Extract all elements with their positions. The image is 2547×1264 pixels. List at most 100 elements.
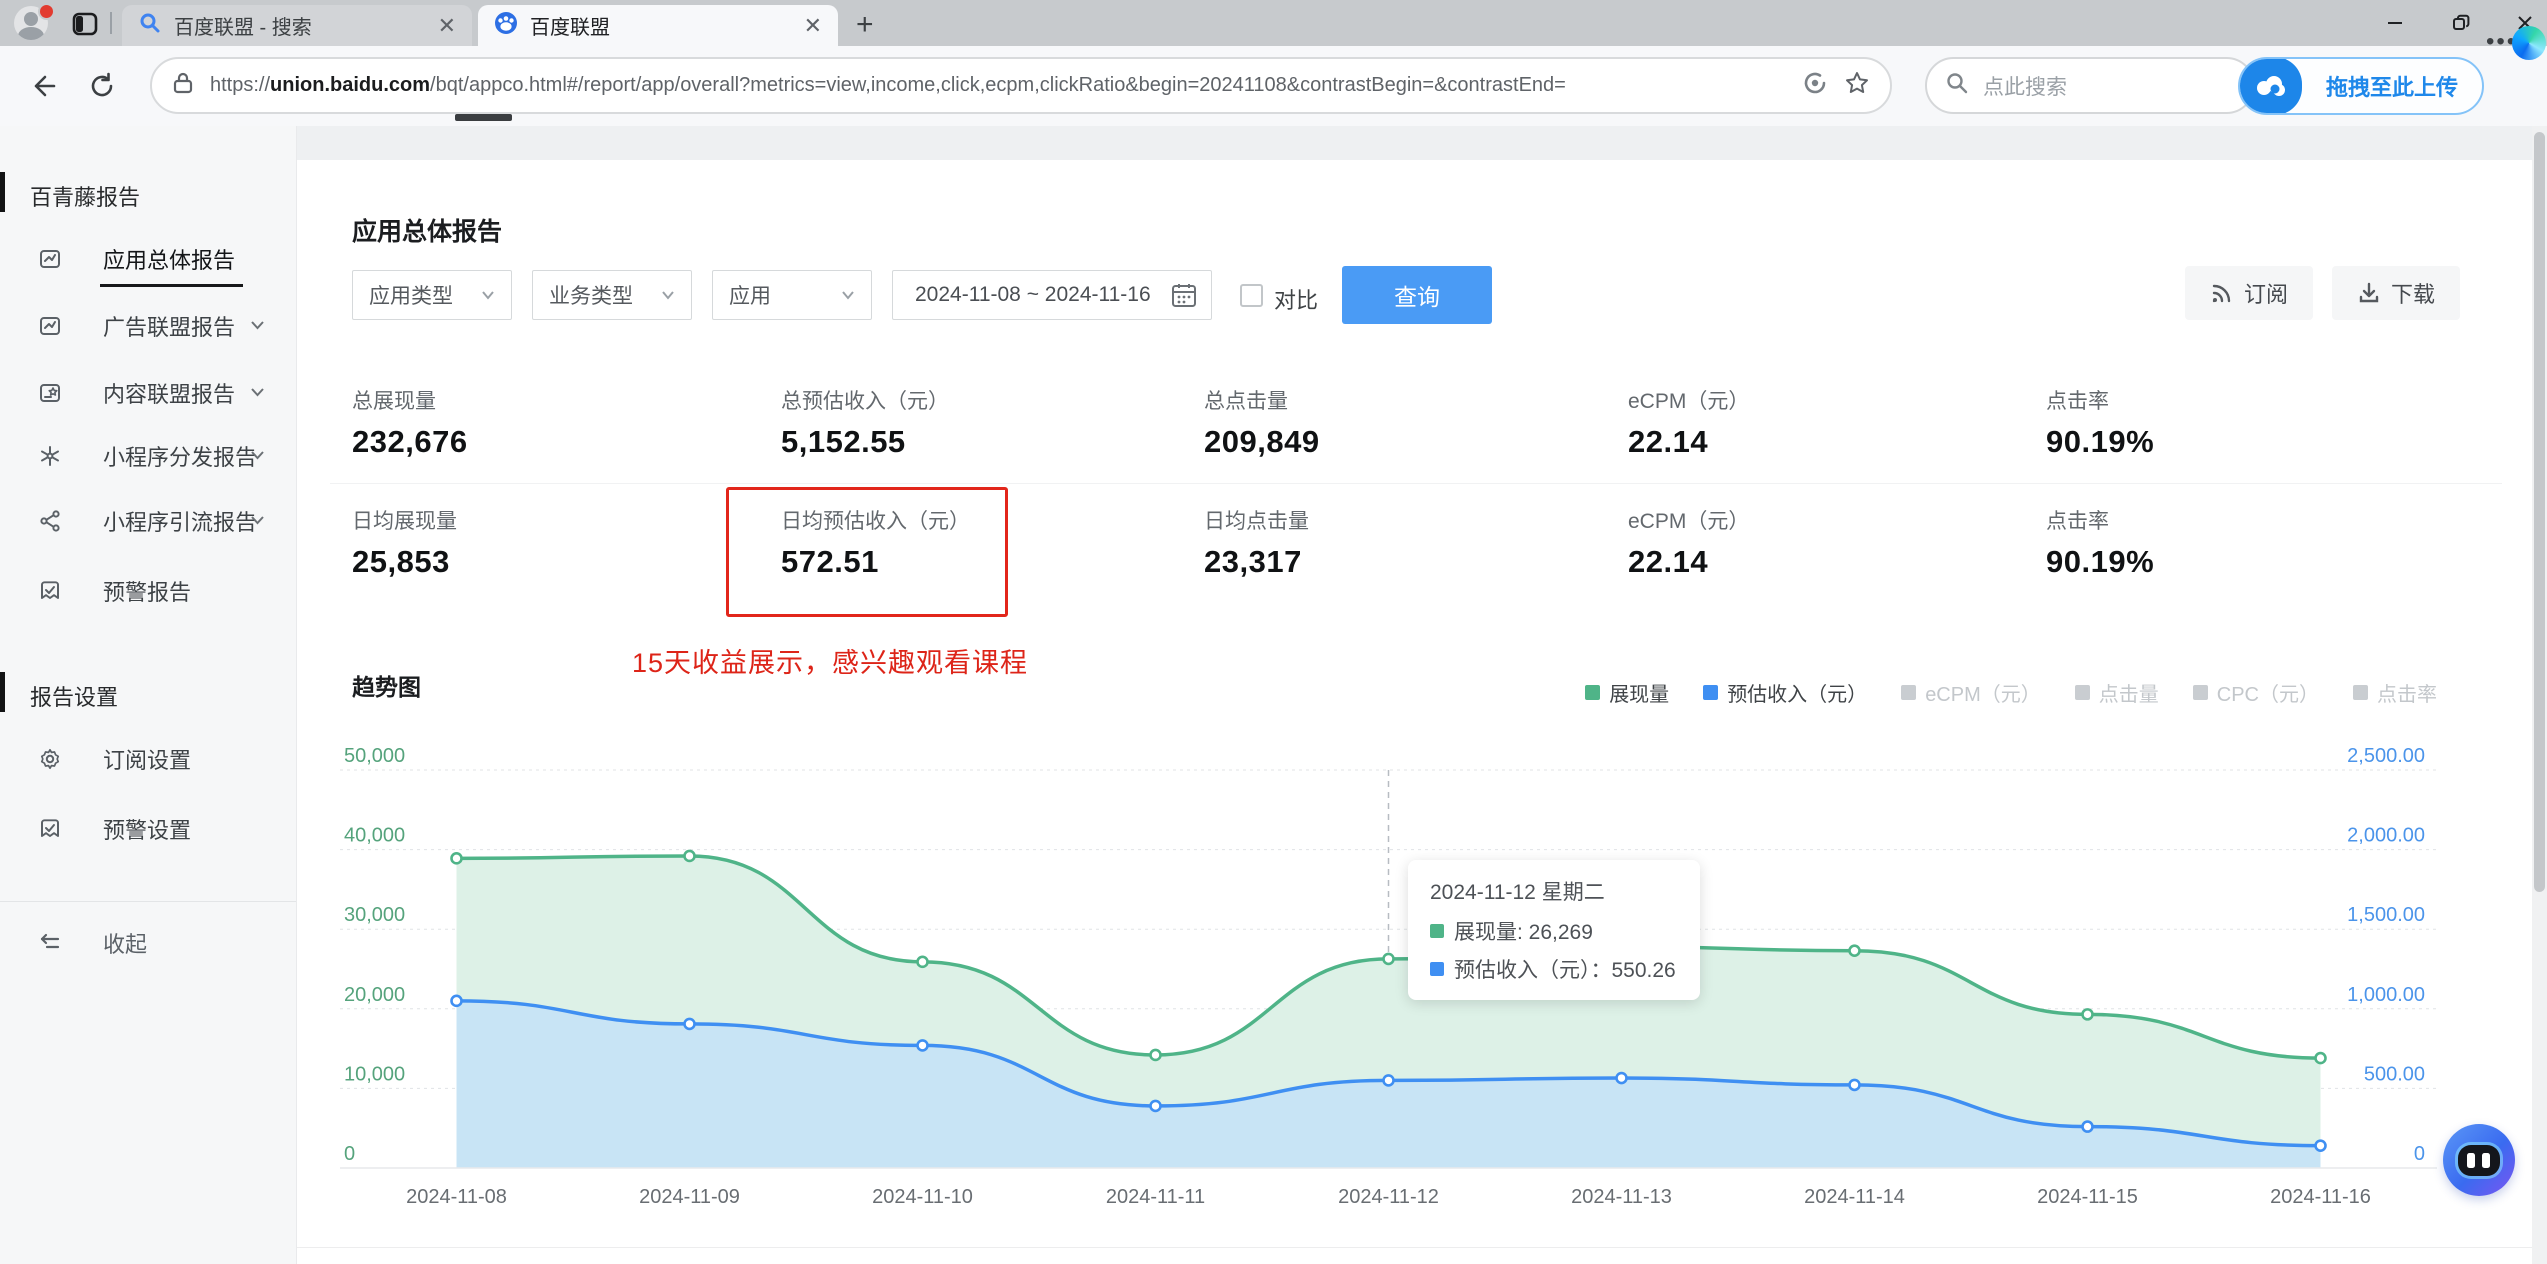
sidebar-item-label: 小程序引流报告 bbox=[103, 510, 258, 535]
minimize-button[interactable] bbox=[2364, 0, 2426, 46]
metric-label: 点击率 bbox=[2046, 390, 2109, 413]
legend-item-6[interactable]: 点击率 bbox=[2353, 678, 2437, 707]
legend-swatch bbox=[1703, 685, 1719, 700]
report-icon bbox=[38, 247, 62, 271]
netdisk-upload-button[interactable]: 拖拽至此上传 bbox=[2238, 57, 2484, 115]
trend-chart-title: 趋势图 bbox=[352, 674, 421, 700]
svg-text:2024-11-10: 2024-11-10 bbox=[872, 1186, 973, 1208]
alert-icon bbox=[38, 817, 62, 841]
netdisk-logo-icon bbox=[2240, 59, 2302, 113]
legend-label: 点击率 bbox=[2377, 684, 2437, 706]
svg-text:2024-11-15: 2024-11-15 bbox=[2037, 1186, 2138, 1208]
lock-icon bbox=[172, 71, 194, 100]
chevron-down-icon bbox=[662, 291, 674, 300]
legend-label: 预估收入（元） bbox=[1727, 684, 1868, 706]
back-button[interactable] bbox=[22, 66, 62, 106]
chevron-down-icon bbox=[250, 384, 265, 402]
metric-total-3: 总点击量 209,849 bbox=[1204, 385, 1564, 460]
compare-label: 对比 bbox=[1274, 288, 1319, 313]
tooltip-text: 预估收入（元）：550.26 bbox=[1454, 959, 1676, 982]
tab-close-icon[interactable]: ✕ bbox=[438, 14, 456, 36]
restore-button[interactable] bbox=[2430, 0, 2492, 46]
rss-icon bbox=[2212, 284, 2231, 303]
metric-value: 25,853 bbox=[352, 544, 450, 579]
tab-title: 百度联盟 bbox=[530, 17, 610, 39]
metric-label: 日均展现量 bbox=[352, 510, 457, 533]
gear-icon bbox=[38, 747, 62, 771]
query-button[interactable]: 查询 bbox=[1342, 266, 1492, 324]
reading-mode-icon[interactable] bbox=[1802, 70, 1828, 101]
date-range-picker[interactable]: 2024-11-08 ~ 2024-11-16 bbox=[892, 270, 1212, 320]
svg-text:40,000: 40,000 bbox=[344, 825, 405, 847]
legend-item-3[interactable]: eCPM（元） bbox=[1901, 678, 2041, 707]
page-title: 应用总体报告 bbox=[352, 218, 503, 246]
metrics-row-divider bbox=[330, 483, 2502, 484]
sidebar-item-5[interactable]: 小程序引流报告 bbox=[0, 499, 296, 543]
sidebar-item-label: 小程序分发报告 bbox=[103, 445, 258, 470]
quick-search-box[interactable]: 点此搜索 bbox=[1925, 57, 2255, 114]
chevron-down-icon bbox=[250, 512, 265, 530]
subscribe-button[interactable]: 订阅 bbox=[2185, 266, 2313, 320]
date-range-value: 2024-11-08 ~ 2024-11-16 bbox=[915, 283, 1151, 306]
metric-value: 232,676 bbox=[352, 424, 468, 459]
url-bar[interactable]: https://union.baidu.com/bqt/appco.html#/… bbox=[150, 57, 1892, 114]
alert-icon bbox=[38, 579, 62, 603]
compare-checkbox[interactable] bbox=[1240, 284, 1263, 307]
legend-item-5[interactable]: CPC（元） bbox=[2192, 678, 2319, 707]
metric-total-5: 点击率 90.19% bbox=[2046, 385, 2406, 460]
download-button[interactable]: 下载 bbox=[2332, 266, 2460, 320]
metric-value: 22.14 bbox=[1628, 544, 1709, 579]
svg-text:500.00: 500.00 bbox=[2364, 1063, 2425, 1085]
app-select[interactable]: 应用 bbox=[712, 270, 872, 320]
sidebar-item-1[interactable]: 应用总体报告 bbox=[0, 237, 296, 281]
sidebar-section-bqt-reports: 百青藤报告 bbox=[30, 185, 141, 210]
tab-baidu-union-search[interactable]: 百度联盟 - 搜索 ✕ bbox=[122, 5, 472, 46]
tooltip-date: 2024-11-12 星期二 bbox=[1430, 881, 1605, 904]
svg-text:2,000.00: 2,000.00 bbox=[2347, 825, 2425, 847]
tooltip-row-2: 预估收入（元）：550.26 bbox=[1430, 954, 1678, 984]
sidebar-item-label: 订阅设置 bbox=[103, 748, 192, 773]
sidebar-settings-item-1[interactable]: 订阅设置 bbox=[0, 737, 296, 781]
metric-label: eCPM（元） bbox=[1628, 510, 1750, 533]
legend-swatch bbox=[2353, 685, 2368, 700]
legend-item-2[interactable]: 预估收入（元） bbox=[1703, 678, 1867, 707]
copilot-icon[interactable] bbox=[2512, 26, 2546, 60]
sidebar-item-6[interactable]: 预警报告 bbox=[0, 569, 296, 613]
metric-value: 90.19% bbox=[2046, 544, 2155, 579]
sidebar-settings-item-2[interactable]: 预警设置 bbox=[0, 807, 296, 851]
sidebar-item-2[interactable]: 广告联盟报告 bbox=[0, 304, 296, 348]
sidebar-item-3[interactable]: 内容联盟报告 bbox=[0, 371, 296, 415]
tabstrip-divider bbox=[110, 12, 112, 34]
biz-type-select[interactable]: 业务类型 bbox=[532, 270, 692, 320]
svg-text:2024-11-12: 2024-11-12 bbox=[1338, 1186, 1439, 1208]
asterisk-icon bbox=[38, 444, 62, 468]
favorite-star-icon[interactable] bbox=[1844, 70, 1870, 101]
metric-daily-3: 日均点击量 23,317 bbox=[1204, 505, 1564, 580]
app-type-value: 应用类型 bbox=[369, 285, 453, 308]
sidebar-item-4[interactable]: 小程序分发报告 bbox=[0, 434, 296, 478]
refresh-button[interactable] bbox=[82, 66, 122, 106]
url-text[interactable]: https://union.baidu.com/bqt/appco.html#/… bbox=[210, 74, 1786, 97]
tooltip-text: 展现量: 26,269 bbox=[1454, 921, 1593, 944]
new-tab-button[interactable]: + bbox=[856, 8, 874, 42]
scrollbar-thumb[interactable] bbox=[2534, 132, 2545, 892]
assistant-robot-button[interactable] bbox=[2443, 1124, 2515, 1196]
sidebar-item-label: 预警报告 bbox=[103, 580, 192, 605]
tooltip-swatch bbox=[1430, 962, 1444, 976]
trend-chart[interactable]: 50,000 40,000 30,000 20,000 10,000 0 2,500.00 2… bbox=[330, 745, 2460, 1225]
vertical-tabs-icon[interactable] bbox=[72, 11, 98, 42]
tab-baidu-union[interactable]: 百度联盟 ✕ bbox=[478, 5, 838, 46]
legend-label: 展现量 bbox=[1609, 684, 1670, 706]
tab-close-icon[interactable]: ✕ bbox=[804, 14, 822, 36]
avatar-body bbox=[18, 27, 44, 40]
legend-item-1[interactable]: 展现量 bbox=[1585, 678, 1669, 707]
sidebar-item-label: 广告联盟报告 bbox=[103, 315, 236, 340]
metric-daily-4: eCPM（元） 22.14 bbox=[1628, 505, 1988, 580]
robot-eye bbox=[2482, 1153, 2490, 1168]
app-type-select[interactable]: 应用类型 bbox=[352, 270, 512, 320]
sidebar-collapse-button[interactable]: 收起 bbox=[0, 921, 296, 965]
svg-text:2024-11-08: 2024-11-08 bbox=[406, 1186, 507, 1208]
search-placeholder: 点此搜索 bbox=[1983, 75, 2067, 99]
legend-item-4[interactable]: 点击量 bbox=[2074, 678, 2159, 707]
metric-label: 总点击量 bbox=[1204, 390, 1288, 413]
